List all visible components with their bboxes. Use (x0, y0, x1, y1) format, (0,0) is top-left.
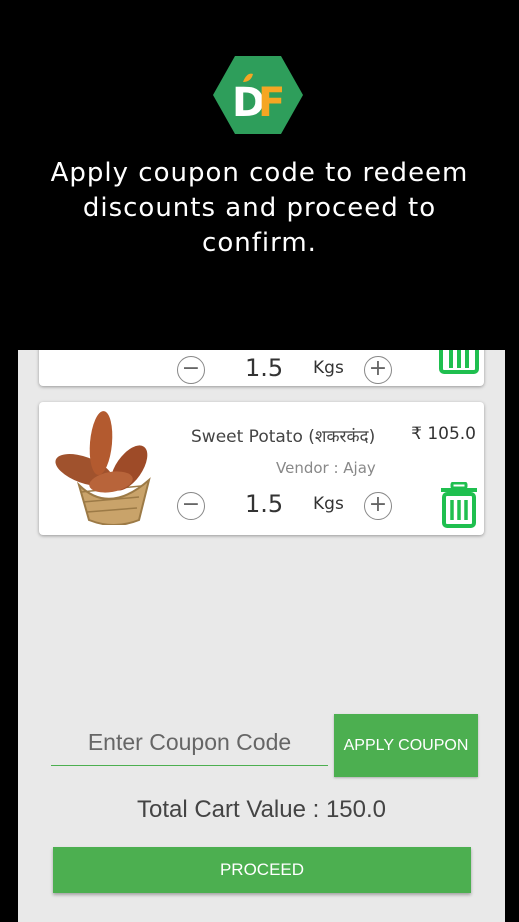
coach-message: Apply coupon code to redeem discounts an… (50, 158, 469, 258)
apply-coupon-button[interactable]: APPLY COUPON (334, 714, 478, 777)
increase-quantity-button[interactable]: + (364, 356, 392, 384)
coupon-code-input[interactable] (51, 720, 328, 766)
sweet-potato-image (55, 411, 151, 525)
svg-text:F: F (258, 80, 285, 126)
total-cart-value: Total Cart Value : 150.0 (136, 796, 387, 823)
proceed-button[interactable]: PROCEED (53, 847, 471, 893)
quantity-value: 1.5 (245, 490, 284, 518)
delete-item-icon[interactable] (439, 482, 479, 528)
quantity-unit: Kgs (313, 358, 344, 378)
increase-quantity-button[interactable]: + (364, 492, 392, 520)
decrease-quantity-button[interactable]: − (177, 492, 205, 520)
cart-item-card: Sweet Potato (शकरकंद) ₹ 105.0 Vendor : A… (39, 402, 484, 535)
cart-item-card: − 1.5 Kgs + (39, 350, 484, 386)
app-logo: D F (213, 56, 303, 134)
coach-overlay: D F Apply coupon code to redeem discount… (0, 0, 519, 350)
decrease-quantity-button[interactable]: − (177, 356, 205, 384)
quantity-value: 1.5 (245, 354, 284, 382)
product-price: ₹ 105.0 (411, 424, 476, 444)
quantity-row: − 1.5 Kgs + (177, 490, 397, 524)
quantity-row: − 1.5 Kgs + (177, 354, 397, 388)
delete-item-icon[interactable] (439, 350, 479, 392)
cart-screen: − 1.5 Kgs + Sweet Potato (शकरकंद) ₹ 105.… (18, 350, 505, 922)
quantity-unit: Kgs (313, 494, 344, 514)
product-image (87, 350, 137, 352)
product-vendor: Vendor : Ajay (276, 459, 376, 477)
product-name: Sweet Potato (शकरकंद) (191, 427, 376, 447)
